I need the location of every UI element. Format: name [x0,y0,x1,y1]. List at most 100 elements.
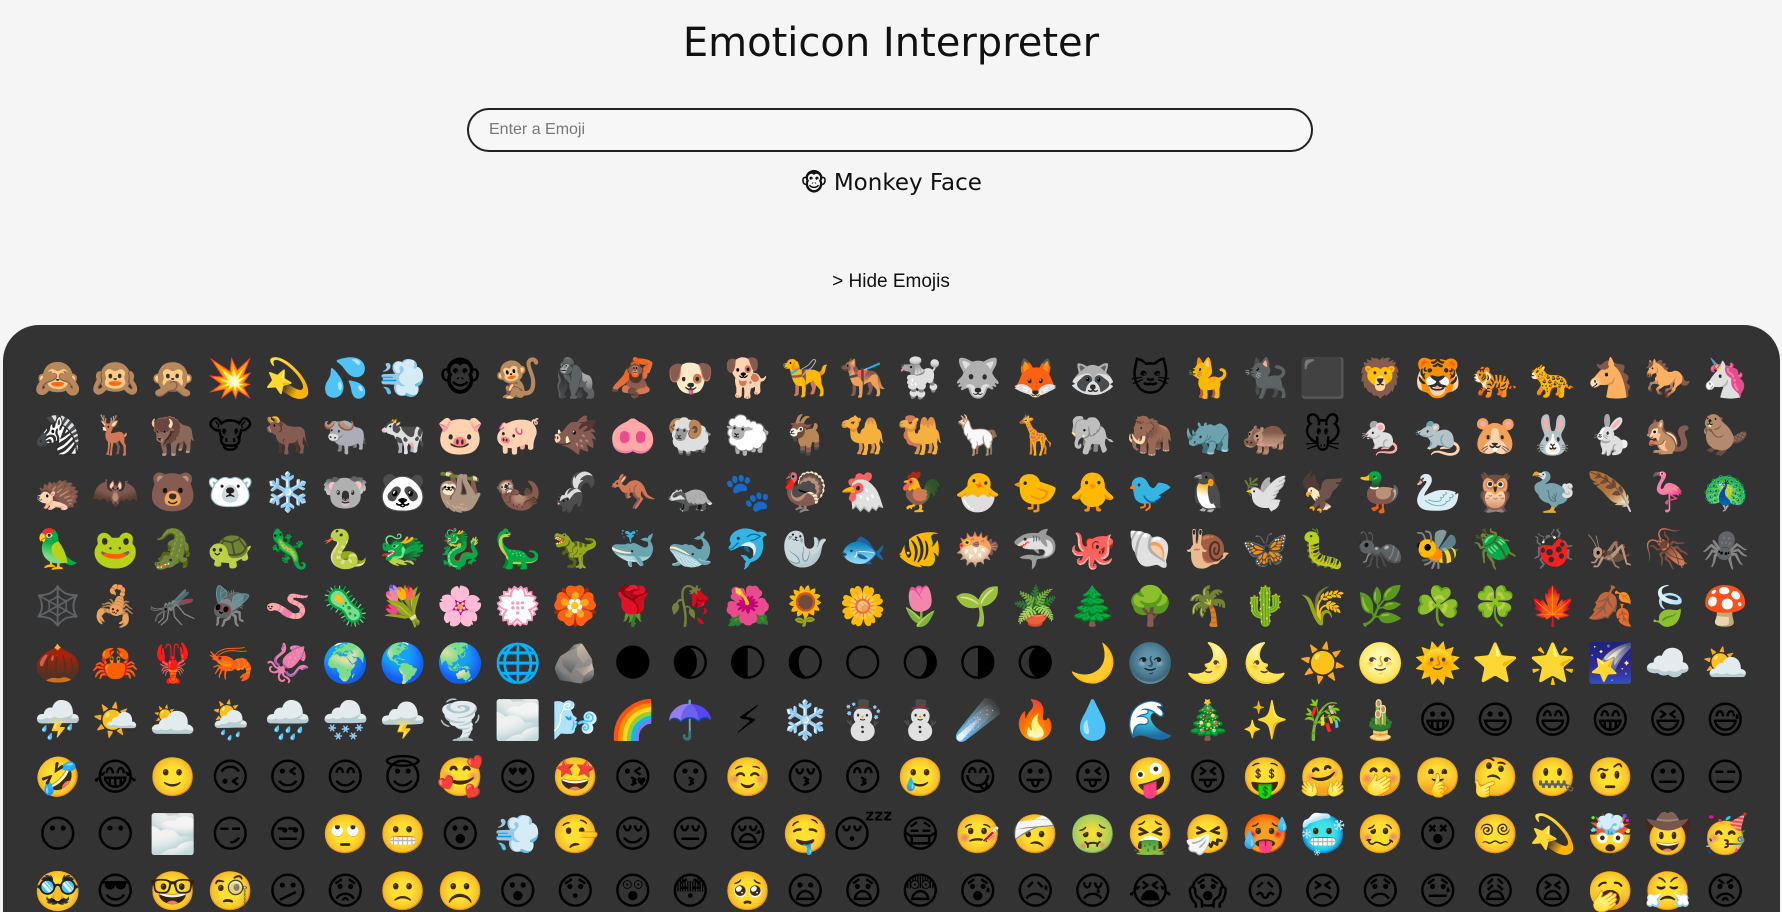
emoji-cell[interactable]: 🐻 [144,463,202,520]
emoji-cell[interactable]: 🤪 [1122,748,1180,805]
emoji-cell[interactable]: 🤩 [547,748,605,805]
emoji-cell[interactable]: 🪶 [1582,463,1640,520]
emoji-cell[interactable]: 🕊️ [1237,463,1295,520]
emoji-cell[interactable]: 🥸 [29,862,87,912]
emoji-cell[interactable]: 🐩 [892,349,950,406]
emoji-cell[interactable]: 😇 [374,748,432,805]
emoji-cell[interactable]: 🦤 [1524,463,1582,520]
emoji-cell[interactable]: 🐀 [1409,406,1467,463]
emoji-cell[interactable]: 🐋 [662,520,720,577]
emoji-cell[interactable]: 🦕 [489,520,547,577]
emoji-cell[interactable]: 🐙 [1064,520,1122,577]
emoji-cell[interactable]: 😨 [892,862,950,912]
emoji-cell[interactable]: 🎍 [1352,691,1410,748]
emoji-cell[interactable]: 🍃 [1639,577,1697,634]
emoji-cell[interactable]: 🌳 [1122,577,1180,634]
emoji-cell[interactable]: 😔 [662,805,720,862]
emoji-cell[interactable]: 🐽 [604,406,662,463]
emoji-cell[interactable]: 🐟 [834,520,892,577]
emoji-cell[interactable]: 🐌 [1179,520,1237,577]
emoji-cell[interactable]: 😘 [604,748,662,805]
emoji-cell[interactable]: 🦘 [604,463,662,520]
emoji-cell[interactable]: 🐼 [374,463,432,520]
emoji-cell[interactable]: 🐕‍🦺 [834,349,892,406]
emoji-cell[interactable]: ⛈️ [29,691,87,748]
emoji-cell[interactable]: 🥶 [1294,805,1352,862]
emoji-cell[interactable]: 😯 [547,862,605,912]
emoji-cell[interactable]: 🐦 [1122,463,1180,520]
emoji-cell[interactable]: 🦍 [547,349,605,406]
emoji-cell[interactable]: 🐍 [317,520,375,577]
emoji-cell[interactable]: 🌐 [489,634,547,691]
emoji-cell[interactable]: 😮 [489,862,547,912]
emoji-cell[interactable]: 🦓 [29,406,87,463]
emoji-cell[interactable]: 😖 [1237,862,1295,912]
emoji-cell[interactable]: 😓 [1409,862,1467,912]
emoji-cell[interactable]: 🐗 [547,406,605,463]
emoji-cell[interactable]: 🐣 [949,463,1007,520]
emoji-cell[interactable]: ☹️ [432,862,490,912]
emoji-cell[interactable]: 🐔 [834,463,892,520]
emoji-cell[interactable]: 🦮 [777,349,835,406]
emoji-cell[interactable]: 🌵 [1237,577,1295,634]
emoji-cell[interactable]: 😥 [1007,862,1065,912]
emoji-cell[interactable]: 🌹 [604,577,662,634]
emoji-cell[interactable]: 😴 [832,805,893,862]
emoji-cell[interactable]: 🦥 [432,463,490,520]
emoji-cell[interactable]: 😰 [949,862,1007,912]
emoji-cell[interactable]: 🦙 [949,406,1007,463]
emoji-cell[interactable]: 🐉 [432,520,490,577]
emoji-cell[interactable]: 🪱 [259,577,317,634]
emoji-cell[interactable]: 🌿 [1352,577,1410,634]
emoji-cell[interactable]: ✨ [1237,691,1295,748]
emoji-cell[interactable]: 😍 [489,748,547,805]
emoji-cell[interactable]: 🤧 [1179,805,1237,862]
emoji-cell[interactable]: 😩 [1467,862,1525,912]
emoji-cell[interactable]: 🦔 [29,463,87,520]
emoji-cell[interactable]: 😝 [1179,748,1237,805]
emoji-cell[interactable]: 😋 [949,748,1007,805]
emoji-cell[interactable]: 🙁 [374,862,432,912]
emoji-cell[interactable]: 🐜 [1352,520,1410,577]
emoji-cell[interactable]: 😑 [1697,748,1755,805]
emoji-cell[interactable]: 🧐 [202,862,260,912]
emoji-cell[interactable]: 🐅 [1467,349,1525,406]
emoji-cell[interactable]: 😲 [604,862,662,912]
emoji-cell[interactable]: 🐤 [1007,463,1065,520]
emoji-cell[interactable]: 🐞 [1524,520,1582,577]
emoji-cell[interactable]: 🙈 [29,349,87,406]
emoji-cell[interactable]: 🐎 [1639,349,1697,406]
emoji-cell[interactable]: 🥺 [719,862,777,912]
emoji-cell[interactable]: 🌲 [1064,577,1122,634]
emoji-cell[interactable]: ☘️ [1409,577,1467,634]
emoji-cell[interactable]: 🙃 [202,748,260,805]
emoji-cell[interactable]: 🌱 [949,577,1007,634]
emoji-cell[interactable]: 😤 [1639,862,1697,912]
emoji-cell[interactable]: 🥰 [432,748,490,805]
emoji-cell[interactable]: 🦃 [777,463,835,520]
emoji-cell[interactable]: 🤠 [1639,805,1697,862]
emoji-cell[interactable]: 🌔 [777,634,835,691]
emoji-cell[interactable]: 🌬️ [547,691,605,748]
emoji-cell[interactable]: 🐰 [1524,406,1582,463]
emoji-cell[interactable]: 🐢 [202,520,260,577]
emoji-cell[interactable]: 💫 [259,349,317,406]
emoji-cell[interactable]: 🦉 [1467,463,1525,520]
emoji-cell[interactable]: 🐮 [202,406,260,463]
emoji-cell[interactable]: ⛅ [1697,634,1755,691]
emoji-cell[interactable]: 🦠 [317,577,375,634]
emoji-cell[interactable]: 🌷 [892,577,950,634]
emoji-cell[interactable]: 💫 [1524,805,1582,862]
toggle-emojis-button[interactable]: > Hide Emojis [0,268,1782,296]
emoji-cell[interactable]: 🤓 [144,862,202,912]
emoji-cell[interactable]: 🤗 [1294,748,1352,805]
emoji-cell[interactable]: 🤔 [1467,748,1525,805]
emoji-cell[interactable]: 🤥 [547,805,605,862]
emoji-cell[interactable]: 😡 [1697,862,1755,912]
emoji-cell[interactable]: 🦀 [87,634,145,691]
emoji-cell[interactable]: 🍀 [1467,577,1525,634]
emoji-search-input[interactable] [467,108,1313,152]
emoji-cell[interactable]: 🐫 [892,406,950,463]
emoji-cell[interactable]: 🪳 [1639,520,1697,577]
emoji-cell[interactable]: ☀️ [1294,634,1352,691]
